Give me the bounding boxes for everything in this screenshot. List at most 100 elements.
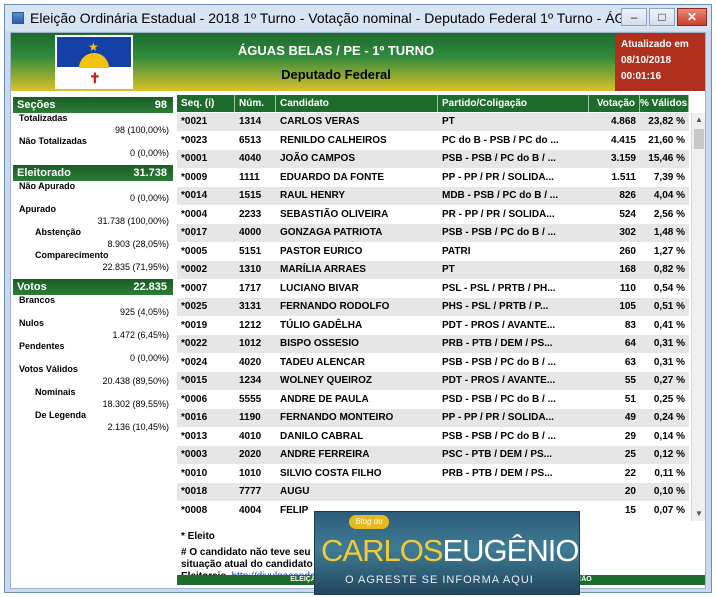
party-cell: PDT - PROS / AVANTE...	[442, 319, 556, 331]
maximize-button[interactable]: □	[649, 8, 675, 26]
column-header[interactable]: Votação	[589, 95, 640, 112]
pendentes-value: 0 (0,00%)	[129, 353, 169, 363]
candidate-cell: RAUL HENRY	[280, 190, 346, 201]
secoes-header: Seções 98	[13, 97, 173, 113]
table-row[interactable]: *0002 1310 MARÍLIA ARRAES PT 168 0,82 %	[177, 261, 689, 280]
percent-cell: 0,31 %	[653, 356, 685, 368]
blog-name-first: CARLOS	[321, 533, 443, 568]
table-row[interactable]: *0013 4010 DANILO CABRAL PSB - PSB / PC do …	[177, 427, 689, 446]
scroll-thumb[interactable]	[694, 129, 704, 149]
abstencao-label: Abstenção	[35, 227, 82, 237]
votos-label: Votos	[17, 281, 47, 293]
votes-cell: 25	[624, 449, 636, 460]
blog-name: CARLOSEUGÊNIO	[321, 533, 579, 568]
eleitorado-label: Eleitorado	[17, 167, 71, 179]
party-cell: PC do B - PSB / PC do ...	[442, 134, 559, 146]
table-row[interactable]: *0009 1111 EDUARDO DA FONTE PP - PP / PR / …	[177, 168, 689, 187]
percent-cell: 15,46 %	[648, 153, 685, 164]
title-bar[interactable]: Eleição Ordinária Estadual - 2018 1º Tur…	[5, 5, 711, 31]
table-row[interactable]: *0017 4000 GONZAGA PATRIOTA PSB - PSB / PC …	[177, 224, 689, 243]
scroll-down-icon[interactable]: ▼	[692, 507, 706, 521]
table-row[interactable]: *0005 5151 PASTOR EURICO PATRI 260 1,27 %	[177, 242, 689, 261]
party-cell: PSB - PSB / PC do B / ...	[442, 153, 556, 164]
votos-header: Votos 22.835	[13, 279, 173, 295]
cross-icon: ✝	[89, 70, 101, 86]
party-cell: PSD - PSB / PC do B / ...	[442, 393, 556, 405]
table-body: *0021 1314 CARLOS VERAS PT 4.868 23,82 % *0023…	[177, 113, 689, 521]
table-row[interactable]: *0015 1234 WOLNEY QUEIROZ PDT - PROS / AVAN…	[177, 372, 689, 391]
table-row[interactable]: *0024 4020 TADEU ALENCAR PSB - PSB / PC do …	[177, 353, 689, 372]
comparecimento-value: 22.835 (71,95%)	[102, 262, 169, 272]
column-header[interactable]: Seq. (i)	[177, 95, 235, 112]
votes-cell: 524	[619, 208, 636, 220]
number-cell: 7777	[239, 486, 262, 497]
secoes-label: Seções	[17, 99, 56, 111]
party-cell: PSB - PSB / PC do B / ...	[442, 430, 556, 442]
table-row[interactable]: *0010 1010 SILVIO COSTA FILHO PRB - PTB / D…	[177, 464, 689, 483]
column-header[interactable]: Partido/Coligação	[438, 95, 589, 112]
percent-cell: 0,41 %	[653, 319, 685, 331]
candidate-cell: ANDRE DE PAULA	[280, 393, 369, 405]
table-row[interactable]: *0018 7777 AUGU 20 0,10 %	[177, 483, 689, 502]
abstencao-value: 8.903 (28,05%)	[107, 239, 169, 249]
nulos-label: Nulos	[19, 318, 45, 328]
candidate-cell: CARLOS VERAS	[280, 116, 360, 127]
pernambuco-flag: ★ ✝	[55, 35, 133, 89]
party-cell: PATRI	[442, 245, 471, 257]
updated-date: 08/10/2018	[621, 55, 672, 66]
table-row[interactable]: *0006 5555 ANDRE DE PAULA PSD - PSB / PC do…	[177, 390, 689, 409]
close-button[interactable]: ✕	[677, 8, 707, 26]
number-cell: 1190	[239, 412, 261, 423]
minimize-button[interactable]: –	[621, 8, 647, 26]
location-title: ÁGUAS BELAS / PE - 1º TURNO	[237, 43, 435, 58]
summary-panel: Seções 98 Totalizadas 98 (100,00%) Não T…	[13, 95, 173, 585]
vertical-scrollbar[interactable]: ▲ ▼	[691, 113, 705, 521]
table-row[interactable]: *0004 2233 SEBASTIÃO OLIVEIRA PR - PP / PR …	[177, 205, 689, 224]
column-header[interactable]: % Válidos	[640, 95, 689, 112]
votes-cell: 64	[624, 338, 636, 349]
table-row[interactable]: *0023 6513 RENILDO CALHEIROS PC do B - PSB …	[177, 131, 689, 150]
votes-cell: 15	[624, 504, 636, 516]
apurado-value: 31.738 (100,00%)	[97, 216, 169, 226]
party-cell: PDT - PROS / AVANTE...	[442, 375, 556, 386]
party-cell: PP - PP / PR / SOLIDA...	[442, 171, 554, 183]
nao-apurado-value: 0 (0,00%)	[129, 193, 169, 203]
updated-box: Atualizado em 08/10/2018 00:01:16	[615, 33, 705, 91]
scroll-up-icon[interactable]: ▲	[692, 113, 706, 127]
table-header: Seq. (i) Núm. Candidato Partido/Coligaçã…	[177, 95, 689, 112]
column-header[interactable]: Candidato	[276, 95, 438, 112]
candidate-cell: TADEU ALENCAR	[280, 356, 365, 368]
votes-cell: 110	[619, 282, 636, 294]
app-icon	[12, 12, 24, 24]
table-row[interactable]: *0021 1314 CARLOS VERAS PT 4.868 23,82 %	[177, 113, 689, 132]
number-cell: 5555	[239, 393, 262, 405]
column-header[interactable]: Núm.	[235, 95, 276, 112]
seq-cell: *0016	[181, 412, 208, 423]
legenda-value: 2.136 (10,45%)	[107, 422, 169, 432]
table-row[interactable]: *0001 4040 JOÃO CAMPOS PSB - PSB / PC do B …	[177, 150, 689, 169]
table-row[interactable]: *0019 1212 TÚLIO GADÊLHA PDT - PROS / AVANT…	[177, 316, 689, 335]
candidate-cell: EDUARDO DA FONTE	[280, 171, 385, 183]
seq-cell: *0007	[181, 282, 208, 294]
votes-cell: 168	[619, 264, 636, 275]
number-cell: 1111	[239, 171, 260, 183]
table-row[interactable]: *0003 2020 ANDRE FERREIRA PSC - PTB / DEM /…	[177, 446, 689, 465]
number-cell: 1010	[239, 467, 262, 479]
table-row[interactable]: *0022 1012 BISPO OSSESIO PRB - PTB / DEM / …	[177, 335, 689, 354]
number-cell: 5151	[239, 245, 262, 257]
candidate-cell: FERNANDO MONTEIRO	[280, 412, 394, 423]
table-row[interactable]: *0025 3131 FERNANDO RODOLFO PHS - PSL / PRT…	[177, 298, 689, 317]
table-row[interactable]: *0007 1717 LUCIANO BIVAR PSL - PSL / PRTB /…	[177, 279, 689, 298]
percent-cell: 0,82 %	[653, 264, 685, 275]
votes-cell: 105	[619, 301, 636, 312]
seq-cell: *0018	[181, 486, 208, 497]
party-cell: PP - PP / PR / SOLIDA...	[442, 412, 554, 423]
percent-cell: 23,82 %	[648, 116, 685, 127]
party-cell: PSL - PSL / PRTB / PH...	[442, 282, 556, 294]
votes-cell: 83	[624, 319, 636, 331]
table-row[interactable]: *0016 1190 FERNANDO MONTEIRO PP - PP / PR /…	[177, 409, 689, 428]
minimize-icon: –	[630, 10, 638, 24]
percent-cell: 21,60 %	[648, 134, 685, 146]
votes-cell: 3.159	[610, 153, 636, 164]
table-row[interactable]: *0014 1515 RAUL HENRY MDB - PSB / PC do B /…	[177, 187, 689, 206]
